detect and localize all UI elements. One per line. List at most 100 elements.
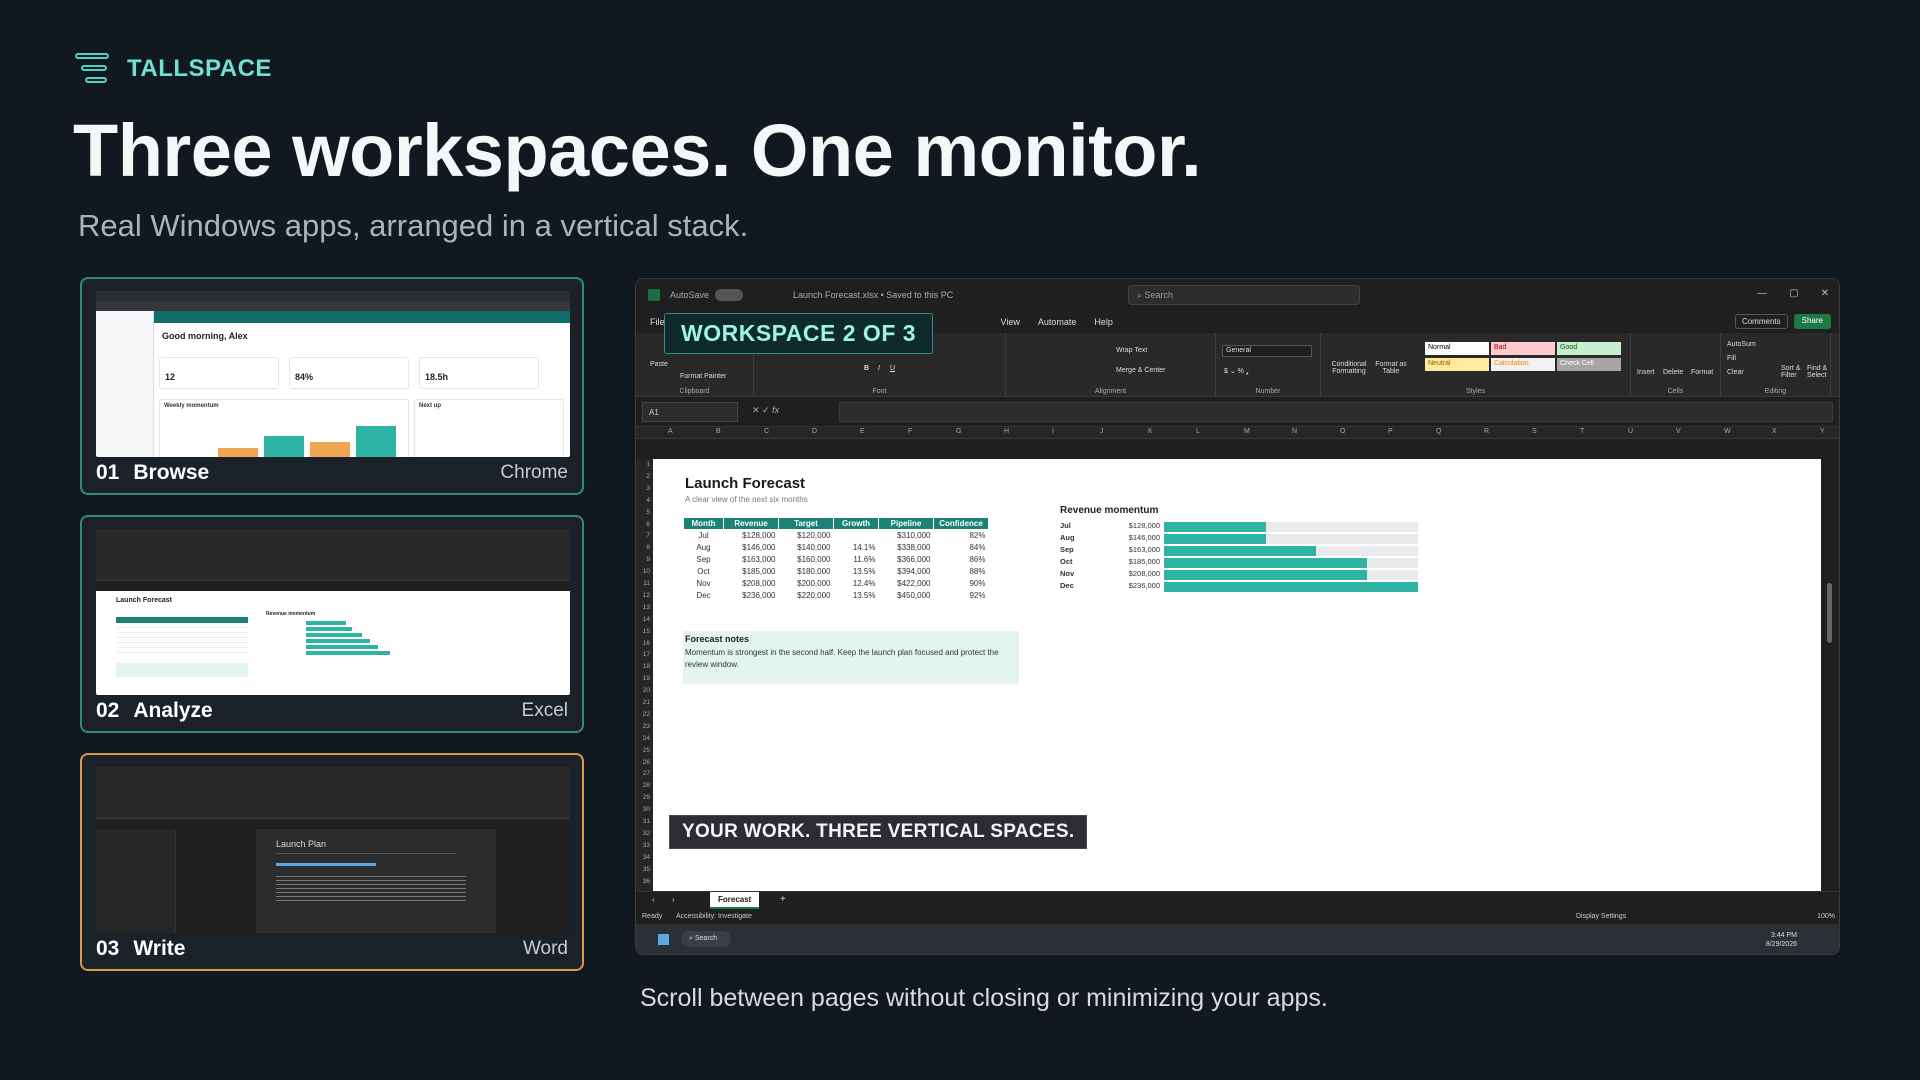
table-cell[interactable]: $180,000 bbox=[779, 566, 834, 578]
table-cell[interactable]: $236,000 bbox=[724, 590, 779, 602]
row-header[interactable]: 15 bbox=[643, 628, 650, 635]
row-header[interactable]: 14 bbox=[643, 616, 650, 623]
share-button[interactable]: Share bbox=[1793, 314, 1831, 329]
row-header[interactable]: 31 bbox=[643, 818, 650, 825]
menu-help[interactable]: Help bbox=[1094, 317, 1113, 327]
column-header[interactable]: V bbox=[1676, 428, 1681, 435]
display-settings[interactable]: Display Settings bbox=[1576, 913, 1626, 920]
row-header[interactable]: 10 bbox=[643, 568, 650, 575]
search-input[interactable]: ⌕ Search bbox=[1128, 285, 1360, 305]
wrap-text-button[interactable]: Wrap Text bbox=[1116, 347, 1147, 354]
insert-button[interactable]: Insert bbox=[1637, 369, 1655, 376]
style-chip[interactable]: Bad bbox=[1491, 342, 1555, 355]
close-icon[interactable]: ✕ bbox=[1821, 288, 1829, 299]
fill-button[interactable]: Fill bbox=[1727, 355, 1736, 362]
table-cell[interactable]: $208,000 bbox=[724, 578, 779, 590]
style-chip[interactable]: Good bbox=[1557, 342, 1621, 355]
row-header[interactable]: 27 bbox=[643, 770, 650, 777]
find-select-button[interactable]: Find & Select bbox=[1807, 365, 1831, 379]
style-chip[interactable]: Neutral bbox=[1425, 358, 1489, 371]
row-header[interactable]: 7 bbox=[646, 532, 650, 539]
row-header[interactable]: 25 bbox=[643, 747, 650, 754]
table-cell[interactable]: 82% bbox=[934, 530, 989, 542]
currency-icon[interactable]: $ ⌄ % ❟ bbox=[1224, 367, 1249, 376]
row-header[interactable]: 36 bbox=[643, 878, 650, 885]
table-cell[interactable]: 13.5% bbox=[834, 590, 879, 602]
column-header[interactable]: R bbox=[1484, 428, 1489, 435]
table-cell[interactable]: $120,000 bbox=[779, 530, 834, 542]
maximize-icon[interactable]: ▢ bbox=[1789, 288, 1798, 299]
row-header[interactable]: 32 bbox=[643, 830, 650, 837]
column-header[interactable]: C bbox=[764, 428, 769, 435]
row-header[interactable]: 6 bbox=[646, 521, 650, 528]
column-header[interactable]: X bbox=[1772, 428, 1777, 435]
column-header[interactable]: H bbox=[1004, 428, 1009, 435]
column-header[interactable]: O bbox=[1340, 428, 1345, 435]
delete-button[interactable]: Delete bbox=[1663, 369, 1683, 376]
column-header[interactable]: K bbox=[1148, 428, 1153, 435]
fx-icon[interactable]: ✕ ✓ fx bbox=[752, 405, 779, 416]
table-cell[interactable]: 11.6% bbox=[834, 554, 879, 566]
merge-center-button[interactable]: Merge & Center bbox=[1116, 367, 1165, 374]
menu-view[interactable]: View bbox=[1001, 317, 1020, 327]
vertical-scrollbar[interactable] bbox=[1821, 443, 1839, 903]
table-cell[interactable]: $128,000 bbox=[724, 530, 779, 542]
workspace-card-write[interactable]: Launch Plan 03 Write Word bbox=[80, 753, 584, 971]
row-header[interactable]: 13 bbox=[643, 604, 650, 611]
table-cell[interactable]: $163,000 bbox=[724, 554, 779, 566]
number-format-select[interactable]: General bbox=[1222, 345, 1312, 357]
row-header[interactable]: 33 bbox=[643, 842, 650, 849]
format-painter-button[interactable]: Format Painter bbox=[680, 373, 726, 380]
table-cell[interactable]: 84% bbox=[934, 542, 989, 554]
table-cell[interactable]: $140,000 bbox=[779, 542, 834, 554]
table-cell[interactable]: $220,000 bbox=[779, 590, 834, 602]
column-header[interactable]: B bbox=[716, 428, 721, 435]
style-chip[interactable]: Calculation bbox=[1491, 358, 1555, 371]
table-cell[interactable]: $200,000 bbox=[779, 578, 834, 590]
add-sheet-icon[interactable]: + bbox=[780, 894, 786, 905]
column-header[interactable]: L bbox=[1196, 428, 1200, 435]
comments-button[interactable]: Comments bbox=[1734, 314, 1788, 329]
row-header[interactable]: 3 bbox=[646, 485, 650, 492]
column-header[interactable]: U bbox=[1628, 428, 1633, 435]
autosum-button[interactable]: AutoSum bbox=[1727, 341, 1756, 348]
row-header[interactable]: 23 bbox=[643, 723, 650, 730]
style-chip[interactable]: Check Cell bbox=[1557, 358, 1621, 371]
accessibility-status[interactable]: Accessibility: Investigate bbox=[676, 913, 752, 920]
row-header[interactable]: 19 bbox=[643, 675, 650, 682]
row-header[interactable]: 20 bbox=[643, 687, 650, 694]
table-cell[interactable]: 90% bbox=[934, 578, 989, 590]
row-header[interactable]: 5 bbox=[646, 509, 650, 516]
table-cell[interactable]: Aug bbox=[684, 542, 724, 554]
table-cell[interactable]: $185,000 bbox=[724, 566, 779, 578]
workspace-card-browse[interactable]: Good morning, Alex 12 84% 18.5h Weekly m… bbox=[80, 277, 584, 495]
table-cell[interactable]: $366,000 bbox=[879, 554, 934, 566]
name-box[interactable]: A1 bbox=[642, 402, 738, 422]
column-header[interactable]: G bbox=[956, 428, 961, 435]
row-header[interactable]: 34 bbox=[643, 854, 650, 861]
taskbar-clock[interactable]: 3:44 PM 8/29/2026 bbox=[1766, 931, 1797, 949]
table-cell[interactable]: Dec bbox=[684, 590, 724, 602]
table-cell[interactable]: $450,000 bbox=[879, 590, 934, 602]
column-header[interactable]: A bbox=[668, 428, 673, 435]
italic-icon[interactable]: I bbox=[878, 365, 880, 372]
column-header[interactable]: I bbox=[1052, 428, 1054, 435]
column-header[interactable]: P bbox=[1388, 428, 1393, 435]
column-header[interactable]: D bbox=[812, 428, 817, 435]
format-button[interactable]: Format bbox=[1691, 369, 1713, 376]
taskbar-search[interactable]: ⌕ Search bbox=[681, 931, 731, 947]
column-header[interactable]: J bbox=[1100, 428, 1104, 435]
table-cell[interactable]: 88% bbox=[934, 566, 989, 578]
row-header[interactable]: 35 bbox=[643, 866, 650, 873]
paste-button[interactable]: Paste bbox=[650, 361, 668, 368]
table-cell[interactable]: 14.1% bbox=[834, 542, 879, 554]
row-header[interactable]: 2 bbox=[646, 473, 650, 480]
zoom-level[interactable]: 100% bbox=[1817, 913, 1835, 920]
column-header[interactable]: Y bbox=[1820, 428, 1825, 435]
column-header[interactable]: N bbox=[1292, 428, 1297, 435]
minimize-icon[interactable]: — bbox=[1757, 288, 1767, 299]
sheet-tab-forecast[interactable]: Forecast bbox=[710, 892, 760, 909]
row-header[interactable]: 18 bbox=[643, 663, 650, 670]
row-header[interactable]: 26 bbox=[643, 759, 650, 766]
table-cell[interactable]: $310,000 bbox=[879, 530, 934, 542]
